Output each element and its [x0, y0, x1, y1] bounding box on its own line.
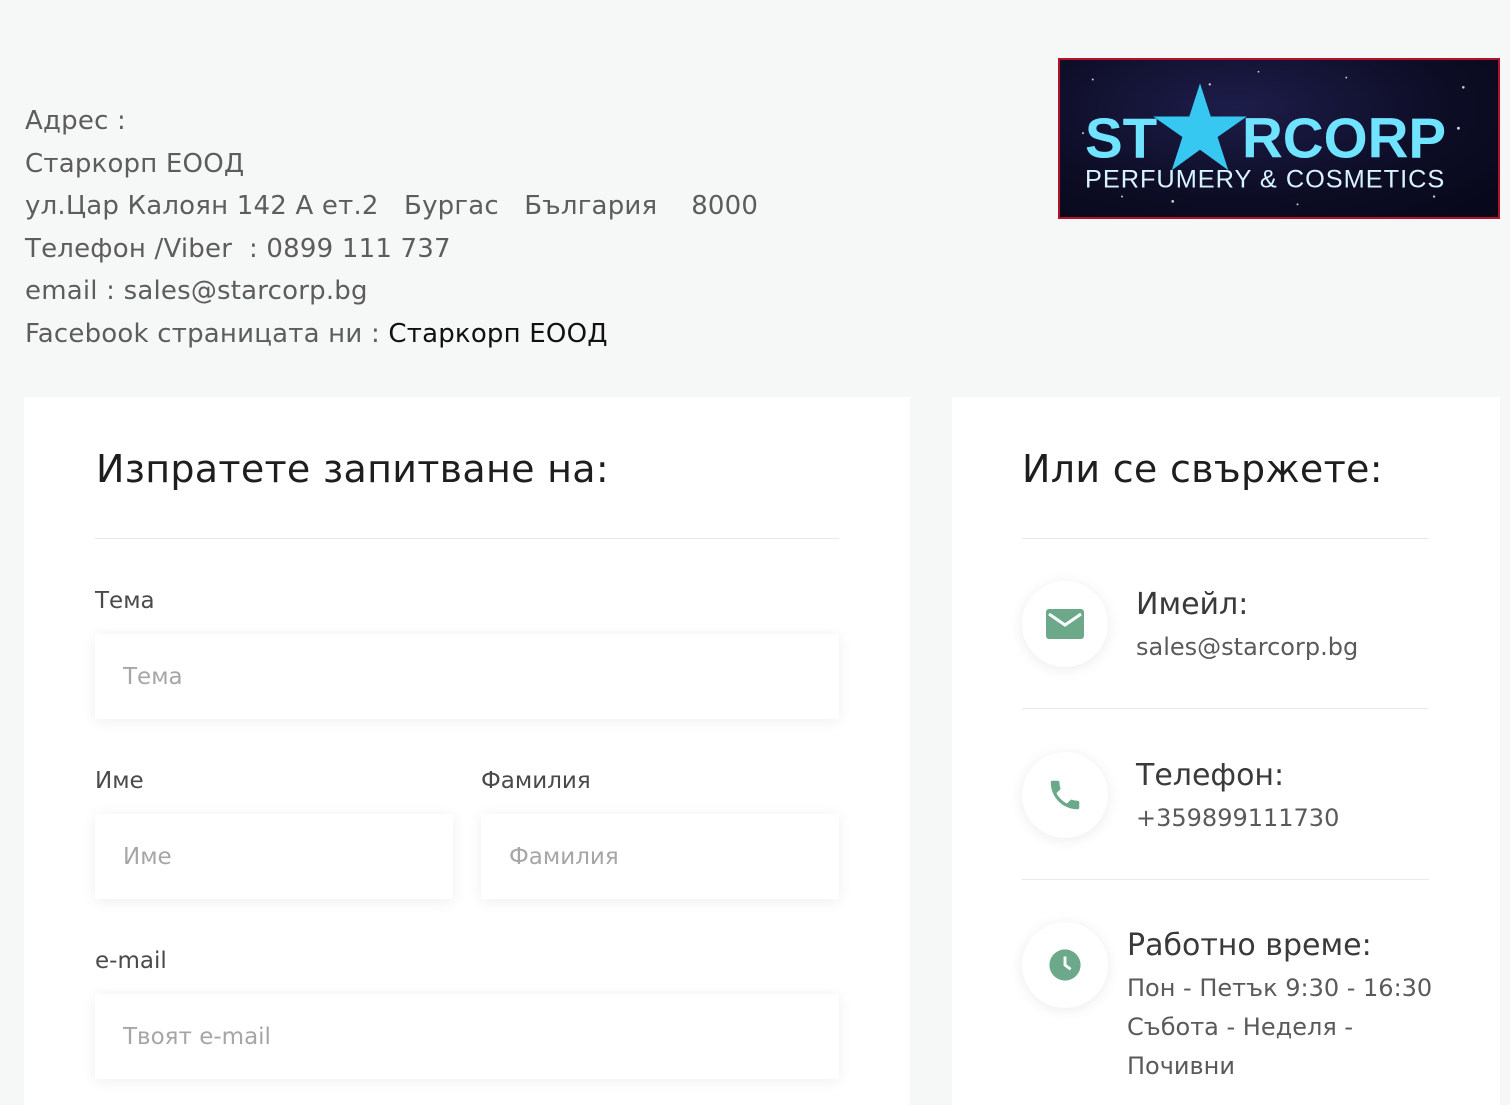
email-value[interactable]: sales@starcorp.bg	[1136, 628, 1358, 667]
subject-label: Тема	[95, 588, 155, 614]
starcorp-logo: ST RCORP PERFUMERY & COSMETICS	[1058, 58, 1500, 219]
phone-icon	[1050, 780, 1080, 810]
subject-input[interactable]	[95, 634, 839, 719]
phone-heading: Телефон:	[1136, 758, 1285, 793]
logo-tagline: PERFUMERY & COSMETICS	[1085, 166, 1445, 194]
form-title: Изпратете запитване на:	[96, 447, 609, 491]
clock-icon	[1049, 949, 1081, 981]
mail-icon	[1046, 609, 1084, 639]
first-name-input[interactable]	[95, 814, 453, 899]
logo-brand-left: ST	[1085, 107, 1157, 170]
address-block: Адрес : Старкорп ЕООД ул.Цар Калоян 142 …	[25, 100, 758, 355]
contact-divider-top	[1022, 538, 1429, 539]
company-name: Старкорп ЕООД	[25, 148, 245, 179]
first-name-label: Име	[95, 768, 144, 794]
hours-line-3: Почивни	[1127, 1052, 1235, 1080]
contact-hours-icon-wrap	[1022, 922, 1108, 1008]
street-address: ул.Цар Калоян 142 А ет.2 Бургас България…	[25, 191, 759, 221]
email-address: email : sales@starcorp.bg	[25, 276, 368, 306]
facebook-line: Facebook страницата ни : Старкорп ЕООД	[25, 313, 758, 356]
contact-phone-icon-wrap	[1022, 752, 1108, 838]
last-name-input[interactable]	[481, 814, 839, 899]
inquiry-form-card: Изпратете запитване на: Тема Име Фамилия…	[24, 397, 910, 1105]
address-label: Адрес :	[25, 106, 126, 136]
phone-viber: Телефон /Viber : 0899 111 737	[25, 233, 451, 264]
facebook-prefix: Facebook страницата ни :	[25, 318, 389, 349]
phone-value[interactable]: +359899111730	[1136, 799, 1339, 838]
email-label: e-mail	[95, 948, 167, 974]
contact-divider-1	[1022, 708, 1429, 709]
hours-heading: Работно време:	[1127, 928, 1372, 963]
last-name-label: Фамилия	[481, 768, 591, 794]
email-heading: Имейл:	[1136, 587, 1249, 622]
contact-divider-2	[1022, 879, 1429, 880]
form-divider	[95, 538, 839, 539]
hours-line-1: Пон - Петък 9:30 - 16:30	[1127, 974, 1433, 1002]
facebook-link[interactable]: Старкорп ЕООД	[388, 319, 607, 349]
contact-title: Или се свържете:	[1022, 447, 1383, 491]
contact-email-icon-wrap	[1022, 581, 1108, 667]
star-icon	[1153, 83, 1247, 171]
hours-line-2: Събота - Неделя -	[1127, 1013, 1354, 1041]
email-input[interactable]	[95, 994, 839, 1079]
contact-card: Или се свържете: Имейл: sales@starcorp.b…	[952, 397, 1500, 1105]
logo-brand-right: RCORP	[1242, 107, 1446, 170]
